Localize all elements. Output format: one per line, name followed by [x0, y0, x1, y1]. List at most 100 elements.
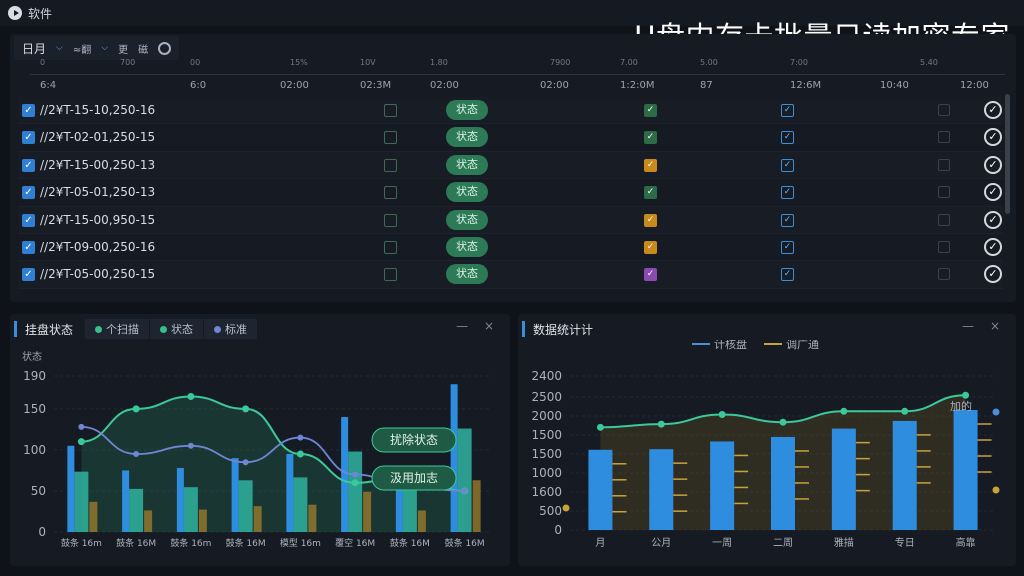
panel-window-controls[interactable]: — ×	[456, 319, 500, 333]
toolbar-date-button[interactable]: 日月	[22, 40, 46, 57]
table-row[interactable]: ✓ //2¥T-02-01,250-15 状态 ✓ ✓ ✓	[18, 124, 1003, 152]
row-checkbox[interactable]: ✓	[22, 240, 35, 254]
option-checkbox[interactable]	[938, 186, 950, 199]
flag-checkbox[interactable]: ✓	[644, 268, 657, 282]
y-tick-label: 190	[23, 369, 46, 383]
status-checkbox[interactable]	[384, 158, 397, 172]
lock-checkbox[interactable]: ✓	[781, 158, 794, 172]
flag-checkbox[interactable]: ✓	[644, 213, 657, 227]
flag-checkbox[interactable]: ✓	[644, 186, 657, 200]
chevron-down-icon[interactable]: ⌵	[56, 43, 63, 53]
table-row[interactable]: ✓ //2¥T-15-10,250-16 状态 ✓ ✓ ✓	[18, 97, 1003, 125]
done-check-icon[interactable]: ✓	[984, 183, 1002, 202]
bar	[363, 491, 372, 532]
x-tick-label: 覆空 16M	[335, 537, 375, 549]
disk-status-panel: 挂盘状态 个扫描 状态 标准 — × 状态 0 50 100 150 190 鼓条 16m 鼓…	[10, 314, 510, 566]
done-check-icon[interactable]: ✓	[984, 128, 1002, 147]
panel-window-controls[interactable]: — ×	[962, 319, 1006, 333]
x-tick-label: 鼓条 16M	[445, 537, 485, 549]
lock-checkbox[interactable]: ✓	[781, 213, 794, 227]
y-tick-label: 2500	[531, 390, 562, 404]
status-checkbox[interactable]	[384, 268, 397, 282]
status-checkbox[interactable]	[384, 131, 397, 145]
data-point	[992, 408, 1000, 416]
toolbar-item-3[interactable]: 更	[118, 41, 128, 56]
tick-label: 5.40	[920, 58, 938, 67]
scrollbar[interactable]	[1005, 94, 1010, 214]
row-checkbox[interactable]: ✓	[22, 131, 35, 145]
annotation-label: 加的	[950, 399, 972, 413]
status-pill[interactable]: 状态	[446, 154, 488, 175]
row-checkbox[interactable]: ✓	[22, 158, 35, 172]
toolbar-item-2[interactable]: ≈翻	[73, 41, 91, 56]
bar	[144, 510, 153, 532]
flag-checkbox[interactable]: ✓	[644, 131, 657, 145]
status-pill[interactable]: 状态	[446, 209, 488, 230]
status-pill[interactable]: 状态	[446, 236, 488, 257]
callout-label: 扰除状态	[390, 432, 438, 447]
bar	[649, 449, 674, 530]
lock-checkbox[interactable]: ✓	[781, 186, 794, 200]
row-checkbox[interactable]: ✓	[22, 104, 35, 117]
done-check-icon[interactable]: ✓	[984, 101, 1002, 119]
legend-label: 计核盘	[714, 340, 747, 351]
status-checkbox[interactable]	[384, 104, 397, 117]
bar	[286, 454, 294, 532]
legend-tab[interactable]: 状态	[150, 319, 205, 339]
time-label: 87	[700, 80, 713, 91]
status-checkbox[interactable]	[384, 213, 397, 227]
lock-checkbox[interactable]: ✓	[781, 104, 794, 117]
bar	[198, 509, 207, 532]
y-tick-label: 1000	[531, 466, 562, 480]
option-checkbox[interactable]	[938, 158, 950, 171]
status-pill[interactable]: 状态	[446, 100, 488, 120]
option-checkbox[interactable]	[938, 104, 950, 116]
table-row[interactable]: ✓ //2¥T-15-00,250-13 状态 ✓ ✓ ✓	[18, 151, 1003, 180]
status-pill[interactable]: 状态	[446, 182, 488, 203]
lock-checkbox[interactable]: ✓	[781, 268, 794, 282]
status-checkbox[interactable]	[384, 186, 397, 200]
done-check-icon[interactable]: ✓	[984, 265, 1002, 284]
lock-checkbox[interactable]: ✓	[781, 240, 794, 254]
table-row[interactable]: ✓ //2¥T-15-00,950-15 状态 ✓ ✓ ✓	[18, 206, 1003, 234]
done-check-icon[interactable]: ✓	[984, 210, 1002, 229]
toolbar-item-4[interactable]: 磁	[138, 41, 148, 56]
lock-checkbox[interactable]: ✓	[781, 131, 794, 145]
row-checkbox[interactable]: ✓	[22, 268, 35, 282]
row-checkbox[interactable]: ✓	[22, 186, 35, 200]
y-tick-label: 0	[38, 525, 46, 539]
y-tick-label: 2400	[531, 369, 562, 383]
status-checkbox[interactable]	[384, 240, 397, 254]
legend-dot-icon	[214, 325, 222, 333]
status-pill[interactable]: 状态	[446, 264, 488, 285]
option-checkbox[interactable]	[938, 268, 950, 281]
table-row[interactable]: ✓ //2¥T-09-00,250-16 状态 ✓ ✓ ✓	[18, 234, 1003, 262]
time-label: 02:00	[540, 80, 569, 91]
row-checkbox[interactable]: ✓	[22, 213, 35, 227]
bar	[238, 480, 253, 532]
status-pill[interactable]: 状态	[446, 127, 488, 148]
y-axis-label: 状态	[22, 350, 42, 363]
disk-status-chart: 状态 0 50 100 150 190 鼓条 16m 鼓条 16M 鼓条 16m 鼓条 16M 模型…	[22, 350, 492, 549]
flag-checkbox[interactable]: ✓	[644, 158, 657, 172]
done-check-icon[interactable]: ✓	[984, 155, 1002, 174]
bar	[953, 410, 978, 530]
option-checkbox[interactable]	[938, 131, 950, 144]
refresh-icon[interactable]	[158, 41, 172, 55]
legend-tab[interactable]: 标准	[204, 319, 259, 339]
option-checkbox[interactable]	[938, 213, 950, 226]
option-checkbox[interactable]	[938, 240, 950, 253]
chevron-down-icon[interactable]: ⌵	[101, 43, 108, 53]
time-label: 6:0	[190, 80, 207, 91]
legend-tab[interactable]: 个扫描	[85, 319, 151, 339]
done-check-icon[interactable]: ✓	[984, 237, 1002, 256]
flag-checkbox[interactable]: ✓	[644, 240, 657, 254]
table-row[interactable]: ✓ //2¥T-05-00,250-15 状态 ✓ ✓ ✓	[18, 261, 1003, 289]
flag-checkbox[interactable]: ✓	[644, 104, 657, 117]
y-tick-label: 0	[554, 523, 562, 537]
table-row[interactable]: ✓ //2¥T-05-01,250-13 状态 ✓ ✓ ✓	[18, 179, 1003, 207]
device-id: //2¥T-02-01,250-15	[40, 130, 156, 145]
legend-label: 调广通	[786, 340, 819, 351]
data-point	[779, 418, 787, 426]
data-point	[352, 471, 359, 478]
